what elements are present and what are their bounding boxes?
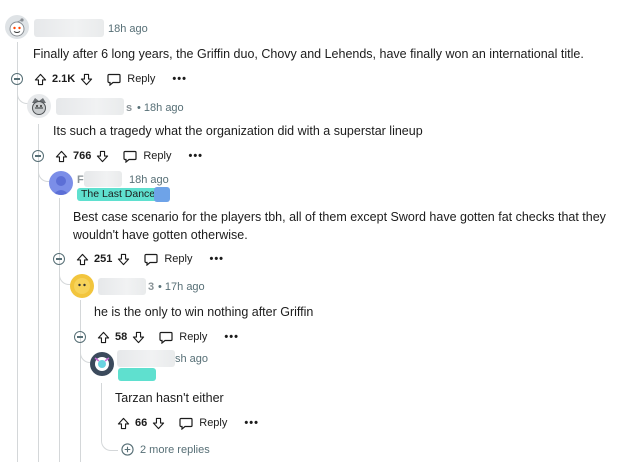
- author-name-redacted[interactable]: [117, 350, 175, 367]
- comment-actions: 251 Reply •••: [53, 249, 224, 269]
- avatar[interactable]: [70, 274, 94, 298]
- comment-bubble-icon: [107, 73, 121, 86]
- vote-count: 58: [115, 331, 128, 343]
- reply-button[interactable]: Reply: [107, 73, 155, 86]
- author-name-redacted[interactable]: [56, 98, 124, 115]
- reply-label: Reply: [199, 417, 228, 429]
- more-options-button[interactable]: •••: [209, 253, 224, 265]
- comment-bubble-icon: [159, 331, 173, 344]
- more-options-button[interactable]: •••: [172, 73, 187, 85]
- vote-count: 766: [73, 150, 92, 162]
- author-name-fragment: s: [126, 102, 133, 114]
- vote-count: 2.1K: [52, 73, 76, 85]
- more-options-button[interactable]: •••: [188, 150, 203, 162]
- author-name-redacted[interactable]: [34, 19, 104, 37]
- comment-body: Finally after 6 long years, the Griffin …: [33, 47, 584, 61]
- user-flair: The Last Dance: [77, 188, 160, 201]
- comment-line: wouldn't have gotten otherwise.: [73, 228, 248, 242]
- collapse-thread-button[interactable]: [53, 253, 65, 265]
- avatar[interactable]: [90, 352, 114, 376]
- avatar[interactable]: [5, 15, 29, 39]
- comment-actions: 2.1K Reply •••: [11, 69, 187, 89]
- downvote-icon[interactable]: [132, 331, 145, 344]
- thread-line-3: [59, 198, 60, 462]
- vote-control: 251: [76, 253, 130, 266]
- comment-body: Tarzan hasn't either: [115, 391, 224, 405]
- downvote-icon[interactable]: [152, 417, 165, 430]
- vote-count: 66: [135, 417, 148, 429]
- upvote-icon[interactable]: [97, 331, 110, 344]
- comment-actions: 766 Reply •••: [32, 146, 203, 166]
- upvote-icon[interactable]: [76, 253, 89, 266]
- comment-timestamp: • 17h ago: [158, 281, 205, 293]
- flair-emoji-icon: [118, 368, 156, 381]
- comment-bubble-icon: [123, 150, 137, 163]
- author-name-fragment: F: [77, 174, 84, 186]
- reply-button[interactable]: Reply: [144, 253, 192, 266]
- upvote-icon[interactable]: [34, 73, 47, 86]
- comment-body: he is the only to win nothing after Grif…: [94, 305, 314, 319]
- reply-button[interactable]: Reply: [159, 331, 207, 344]
- more-options-button[interactable]: •••: [224, 331, 239, 343]
- reply-label: Reply: [143, 150, 172, 162]
- author-name-redacted[interactable]: [98, 278, 146, 295]
- downvote-icon[interactable]: [96, 150, 109, 163]
- comment-timestamp: sh ago: [175, 353, 209, 365]
- comment-timestamp: • 18h ago: [137, 102, 184, 114]
- flair-emoji-icon: [154, 187, 170, 202]
- upvote-icon[interactable]: [55, 150, 68, 163]
- comment-actions: 66 Reply •••: [117, 413, 259, 433]
- downvote-icon[interactable]: [117, 253, 130, 266]
- vote-control: 66: [117, 417, 165, 430]
- collapse-thread-button[interactable]: [32, 150, 44, 162]
- comment-bubble-icon: [144, 253, 158, 266]
- comment-body: Its such a tragedy what the organization…: [53, 124, 423, 138]
- thread-line-4: [80, 300, 81, 462]
- more-options-button[interactable]: •••: [244, 417, 259, 429]
- comment-timestamp: 18h ago: [129, 174, 169, 186]
- collapse-thread-button[interactable]: [11, 73, 23, 85]
- plus-circle-icon: [121, 443, 134, 456]
- comment-timestamp: 18h ago: [108, 23, 148, 35]
- reply-label: Reply: [127, 73, 156, 85]
- downvote-icon[interactable]: [80, 73, 93, 86]
- more-replies-label: 2 more replies: [140, 443, 210, 456]
- more-replies-link[interactable]: 2 more replies: [121, 443, 210, 456]
- reply-button[interactable]: Reply: [179, 417, 227, 430]
- author-name-fragment: 3: [148, 281, 155, 293]
- collapse-thread-button[interactable]: [74, 331, 86, 343]
- avatar[interactable]: [49, 171, 73, 195]
- thread-line-1: [17, 42, 18, 462]
- author-name-redacted[interactable]: [84, 171, 122, 187]
- vote-control: 58: [97, 331, 145, 344]
- vote-count: 251: [94, 253, 113, 265]
- comment-actions: 58 Reply •••: [74, 327, 239, 347]
- avatar[interactable]: [27, 94, 51, 118]
- reply-button[interactable]: Reply: [123, 150, 171, 163]
- reply-label: Reply: [179, 331, 208, 343]
- comment-line: Best case scenario for the players tbh, …: [73, 210, 606, 224]
- upvote-icon[interactable]: [117, 417, 130, 430]
- vote-control: 2.1K: [34, 73, 93, 86]
- reply-label: Reply: [164, 253, 193, 265]
- vote-control: 766: [55, 150, 109, 163]
- comment-body: Best case scenario for the players tbh, …: [73, 208, 633, 244]
- comment-bubble-icon: [179, 417, 193, 430]
